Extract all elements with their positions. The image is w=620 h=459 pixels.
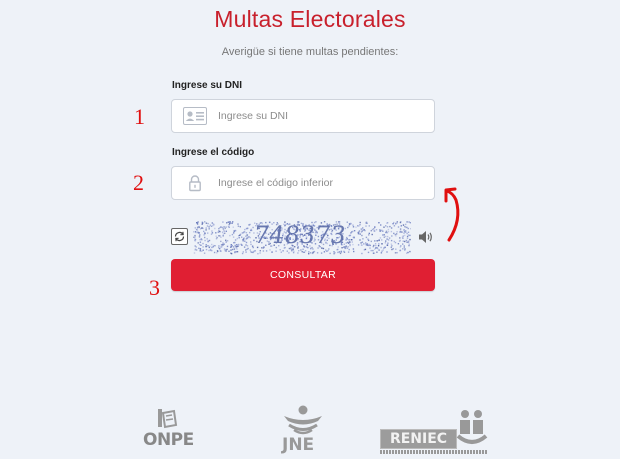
id-card-icon [183,107,207,125]
consultar-button[interactable]: CONSULTAR [171,259,435,291]
dni-input[interactable] [218,108,418,124]
lock-icon [183,174,207,192]
captcha-image: 748373 [193,219,411,255]
annotation-step-1: 1 [134,104,145,129]
annotation-step-2: 2 [133,170,144,195]
dni-field[interactable] [171,99,435,133]
reniec-logo: RENIEC [378,408,490,458]
refresh-icon [174,231,185,242]
page-subtitle: Averigüe si tiene multas pendientes: [221,46,399,58]
code-input[interactable] [218,175,418,191]
onpe-logo: ONPE [140,405,210,455]
jne-logo: JNE [272,404,334,459]
captcha-text: 748373 [252,221,348,249]
audio-captcha-button[interactable] [417,229,435,245]
annotation-step-3: 3 [149,275,160,300]
jne-logo-text: JNE [282,435,315,455]
onpe-logo-text: ONPE [143,430,194,450]
refresh-captcha-button[interactable] [171,228,188,245]
annotation-arrow [444,187,460,242]
dni-label: Ingrese su DNI [172,80,243,91]
speaker-icon [419,231,432,243]
reniec-logo-text: RENIEC [380,429,457,449]
page-title: Multas Electorales [214,6,406,32]
reniec-tagline [380,450,488,454]
code-field[interactable] [171,166,435,200]
code-label: Ingrese el código [172,147,255,158]
